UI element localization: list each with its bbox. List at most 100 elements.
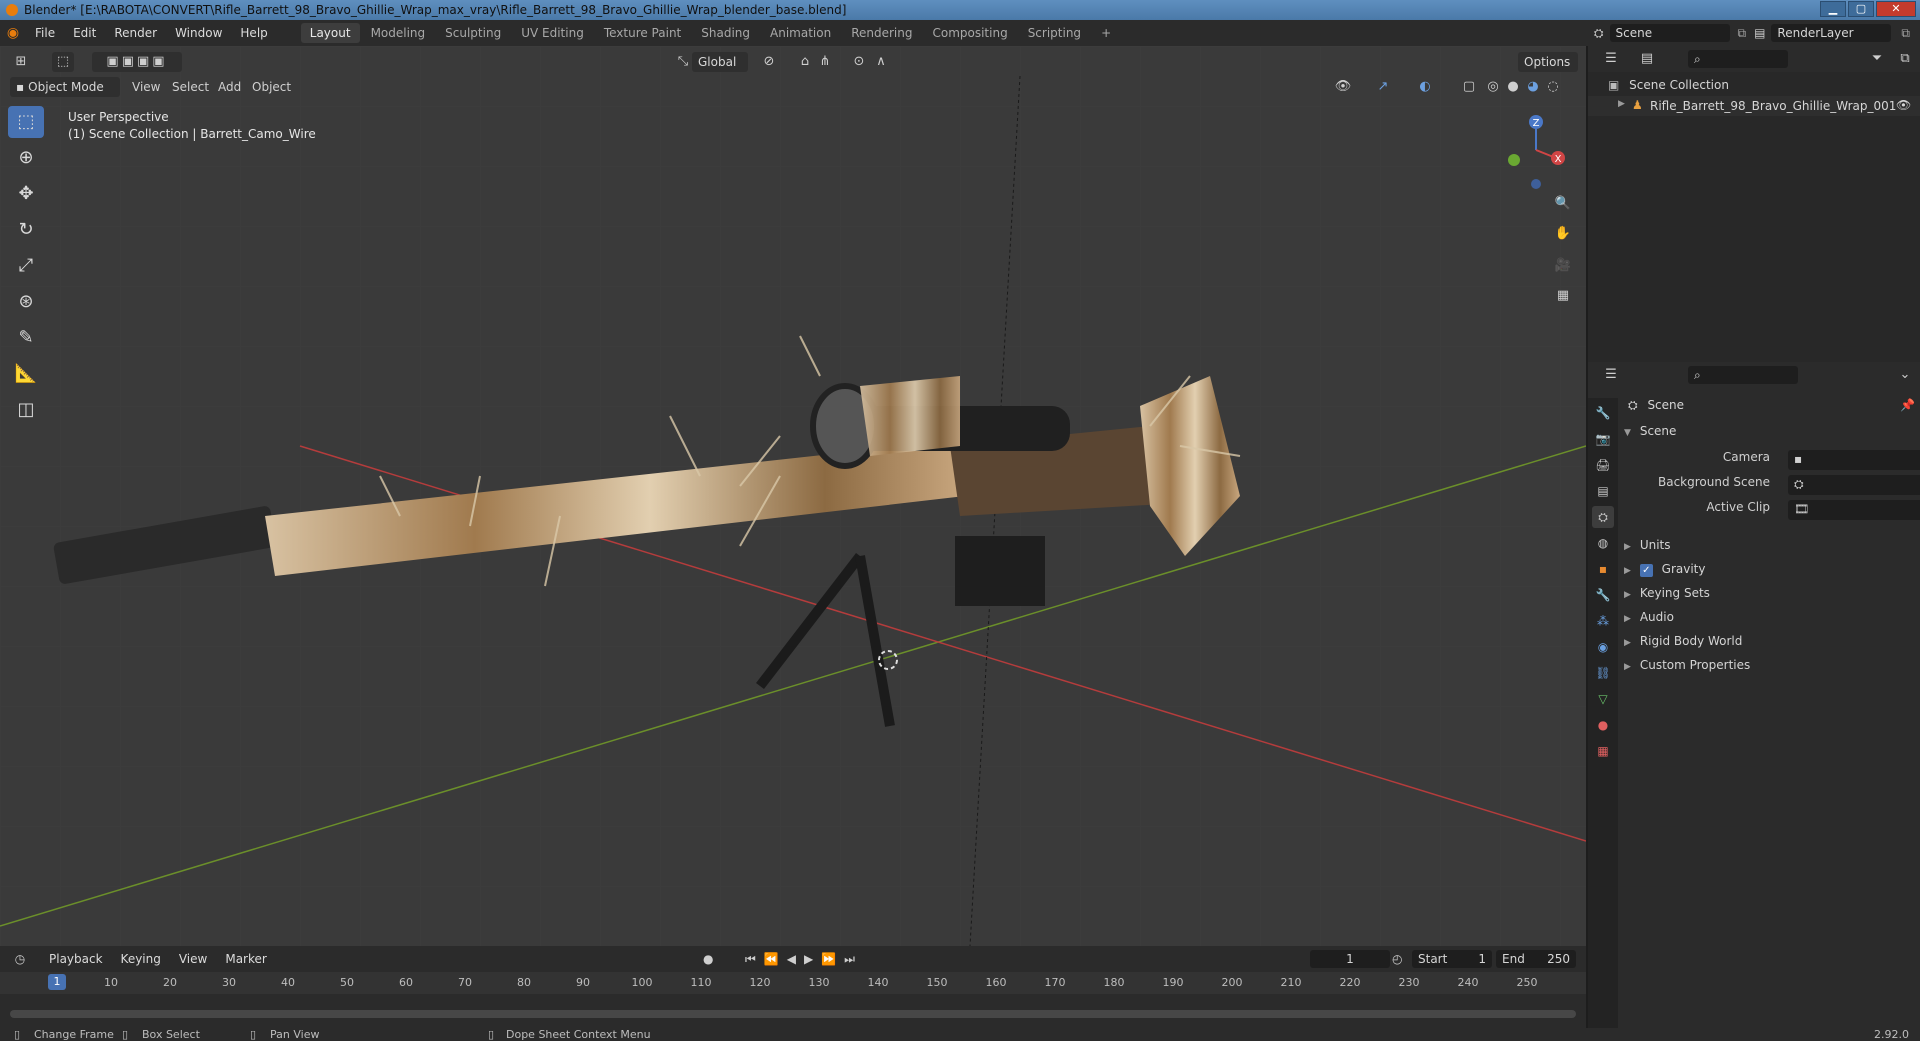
timeline-menu-view[interactable]: View (170, 952, 216, 966)
modifier-tab-icon[interactable]: 🔧 (1592, 584, 1614, 606)
ortho-grid-icon[interactable]: ▦ (1552, 286, 1574, 306)
options-dropdown[interactable]: Options (1518, 52, 1578, 72)
timeline-menu-marker[interactable]: Marker (216, 952, 275, 966)
gravity-checkbox[interactable]: ✓ (1639, 564, 1653, 577)
visibility-icon[interactable]: 👁 (1332, 77, 1354, 97)
move-tool-icon[interactable]: ✥ (8, 178, 44, 210)
tab-shading[interactable]: Shading (692, 23, 759, 43)
playback-controls[interactable]: ⏮⏪◀▶⏩⏭ (745, 952, 863, 967)
timeline-editor-type-icon[interactable]: ◷ (0, 952, 40, 966)
texture-tab-icon[interactable]: ▦ (1592, 740, 1614, 762)
editor-type-icon[interactable]: ⊞ (10, 52, 32, 72)
new-renderlayer-icon[interactable]: ⧉ (1901, 26, 1910, 41)
viewport-menu-select[interactable]: Select (172, 80, 209, 94)
tab-scripting[interactable]: Scripting (1019, 23, 1090, 43)
tab-modeling[interactable]: Modeling (362, 23, 435, 43)
overlay-toggle-icon[interactable]: ◐ (1414, 77, 1436, 97)
transform-tool-icon[interactable]: ⊛ (8, 286, 44, 318)
scene-tab-icon[interactable]: ⛭ (1592, 506, 1614, 528)
timeline-ruler[interactable]: 1 10 20 30 40 50 60 70 80 90 100 110 120… (0, 972, 1586, 994)
navigation-gizmo[interactable]: Z X (1500, 110, 1580, 240)
audio-panel-header[interactable]: ▶ Audio (1624, 610, 1674, 624)
particles-tab-icon[interactable]: ⁂ (1592, 610, 1614, 632)
properties-options-icon[interactable]: ⌄ (1894, 365, 1916, 385)
minimize-button[interactable]: ▁ (1820, 1, 1846, 17)
camera-field[interactable]: ▪ ✎ (1788, 450, 1920, 470)
viewport-menu-object[interactable]: Object (252, 80, 291, 94)
zoom-icon[interactable]: 🔍 (1552, 194, 1574, 214)
selection-mode-icons[interactable]: ▣▣▣▣ (92, 52, 182, 72)
outliner-editor-type-icon[interactable]: ☰ (1600, 49, 1622, 69)
background-scene-field[interactable]: ⛭ (1788, 475, 1920, 495)
shading-material-icon[interactable]: ◕ (1522, 77, 1544, 97)
end-frame-field[interactable]: End 250 (1496, 950, 1576, 968)
units-panel-header[interactable]: ▶ Units (1624, 538, 1671, 552)
snap-icon[interactable]: ⌂ (794, 52, 816, 72)
rotate-tool-icon[interactable]: ↻ (8, 214, 44, 246)
maximize-button[interactable]: ▢ (1848, 1, 1874, 17)
new-scene-icon[interactable]: ⧉ (1738, 26, 1747, 41)
proportional-edit-icon[interactable]: ⊙ (848, 52, 870, 72)
annotate-tool-icon[interactable]: ✎ (8, 322, 44, 354)
world-tab-icon[interactable]: ◍ (1592, 532, 1614, 554)
scene-field[interactable]: Scene (1609, 24, 1730, 42)
object-tab-icon[interactable]: ▪ (1592, 558, 1614, 580)
outliner-search-input[interactable]: ⌕ (1688, 50, 1788, 68)
preview-range-icon[interactable]: ◴ (1392, 952, 1402, 966)
shading-solid-icon[interactable]: ● (1502, 77, 1524, 97)
new-collection-icon[interactable]: ⧉ (1894, 49, 1916, 69)
output-tab-icon[interactable]: 🖨 (1592, 454, 1614, 476)
pan-hand-icon[interactable]: ✋ (1552, 224, 1574, 244)
current-frame-field[interactable]: 1 (1310, 950, 1390, 968)
timeline-menu-playback[interactable]: Playback (40, 952, 112, 966)
measure-tool-icon[interactable]: 📐 (8, 358, 44, 390)
material-tab-icon[interactable]: ● (1592, 714, 1614, 736)
xray-icon[interactable]: ▢ (1458, 77, 1480, 97)
menu-render[interactable]: Render (105, 26, 166, 40)
snap-target-icon[interactable]: ⋔ (814, 52, 836, 72)
properties-editor-type-icon[interactable]: ☰ (1600, 365, 1622, 385)
timeline-scrollbar[interactable] (10, 1010, 1576, 1018)
transform-orientation-dropdown[interactable]: Global (692, 52, 748, 72)
3d-viewport[interactable]: ⊞ ⬚ ▣▣▣▣ ⤡ Global ⊘ ⌂ ⋔ ⊙ ∧ Options ▪ Ob… (0, 46, 1586, 946)
add-workspace-button[interactable]: + (1092, 23, 1120, 43)
cursor-tool-icon[interactable]: ⊕ (8, 142, 44, 174)
pivot-point-icon[interactable]: ⊘ (758, 52, 780, 72)
data-tab-icon[interactable]: ▽ (1592, 688, 1614, 710)
display-mode-icon[interactable]: ▤ (1636, 49, 1658, 69)
menu-window[interactable]: Window (166, 26, 231, 40)
scene-panel-header[interactable]: ▼ Scene (1624, 424, 1676, 438)
renderlayer-icon[interactable]: ▤ (1754, 26, 1765, 40)
constraints-tab-icon[interactable]: ⛓ (1592, 662, 1614, 684)
properties-search-input[interactable]: ⌕ (1688, 366, 1798, 384)
shading-rendered-icon[interactable]: ◌ (1542, 77, 1564, 97)
add-cube-tool-icon[interactable]: ◫ (8, 394, 44, 426)
falloff-icon[interactable]: ∧ (870, 52, 892, 72)
object-mode-dropdown[interactable]: ▪ Object Mode (10, 77, 120, 97)
custom-properties-panel-header[interactable]: ▶ Custom Properties (1624, 658, 1750, 672)
start-frame-field[interactable]: Start 1 (1412, 950, 1492, 968)
keying-sets-panel-header[interactable]: ▶ Keying Sets (1624, 586, 1710, 600)
menu-file[interactable]: File (26, 26, 64, 40)
view-layer-tab-icon[interactable]: ▤ (1592, 480, 1614, 502)
scene-selector-icon[interactable]: ⛭ (1594, 26, 1604, 41)
tab-animation[interactable]: Animation (761, 23, 840, 43)
camera-view-icon[interactable]: 🎥 (1552, 256, 1574, 276)
shading-wireframe-icon[interactable]: ◎ (1482, 77, 1504, 97)
select-box-tool-icon[interactable]: ⬚ (8, 106, 44, 138)
gizmo-y-axis[interactable] (1508, 154, 1520, 166)
gravity-panel-header[interactable]: ▶ ✓ Gravity (1624, 562, 1705, 577)
tab-compositing[interactable]: Compositing (923, 23, 1016, 43)
tab-uv-editing[interactable]: UV Editing (512, 23, 593, 43)
viewport-menu-view[interactable]: View (132, 80, 160, 94)
outliner-row[interactable]: ▶ ♟ Rifle_Barrett_98_Bravo_Ghillie_Wrap_… (1588, 96, 1920, 116)
gizmo-toggle-icon[interactable]: ↗ (1372, 77, 1394, 97)
render-tab-icon[interactable]: 📷 (1592, 428, 1614, 450)
record-icon[interactable]: ● (703, 952, 713, 966)
close-button[interactable]: ✕ (1876, 1, 1916, 17)
tool-tab-icon[interactable]: 🔧 (1592, 402, 1614, 424)
tab-texture-paint[interactable]: Texture Paint (595, 23, 690, 43)
outliner-scene-collection[interactable]: ▣ Scene Collection (1608, 78, 1729, 92)
renderlayer-field[interactable]: RenderLayer (1771, 24, 1892, 42)
physics-tab-icon[interactable]: ◉ (1592, 636, 1614, 658)
